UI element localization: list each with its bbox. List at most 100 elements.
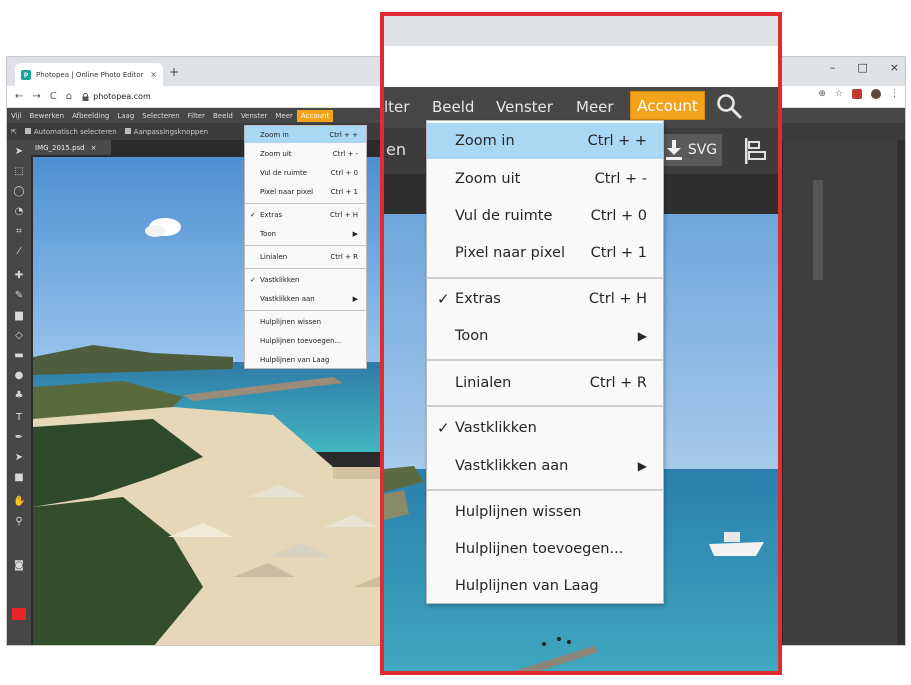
view-menu-dropdown-small: Zoom in Ctrl + + Zoom uit Ctrl + - Vul de …: [244, 125, 367, 369]
menu-item-fill-screen[interactable]: Vul de ruimte Ctrl + 0: [427, 198, 663, 234]
menu-item-show[interactable]: Toon ▶: [427, 318, 663, 354]
menu-item-zoom-in[interactable]: Zoom in Ctrl + +: [427, 123, 663, 159]
foreground-color-swatch[interactable]: [12, 608, 26, 620]
menu-item-label: Vul de ruimte: [455, 208, 553, 224]
zoom-menu-view[interactable]: Beeld: [432, 98, 474, 116]
menu-edit[interactable]: Bewerken: [25, 112, 68, 120]
small-menu-item-rulers[interactable]: Linialen Ctrl + R: [245, 248, 366, 265]
menu-item-guides-from-layer[interactable]: Hulplijnen van Laag: [427, 568, 663, 604]
menu-separator: [427, 277, 663, 279]
maximize-button[interactable]: □: [857, 61, 867, 74]
stamp-icon[interactable]: ▆: [13, 310, 25, 322]
small-menu-item-clear-guides[interactable]: Hulplijnen wissen: [245, 313, 366, 330]
align-left-icon[interactable]: [744, 138, 766, 164]
menu-file[interactable]: Vijl: [7, 112, 25, 120]
shape-icon[interactable]: ■: [13, 472, 25, 484]
bookmark-star-icon[interactable]: ☆: [835, 89, 843, 99]
menu-item-clear-guides[interactable]: Hulplijnen wissen: [427, 494, 663, 530]
small-menu-item-guides-from-layer[interactable]: Hulplijnen van Laag: [245, 351, 366, 368]
type-icon[interactable]: T: [13, 412, 25, 424]
menu-separator: [427, 405, 663, 407]
account-button[interactable]: Account: [296, 109, 334, 122]
menu-item-label: Zoom in: [455, 133, 515, 149]
crop-icon[interactable]: ⌗: [13, 226, 25, 238]
path-select-icon[interactable]: ➤: [13, 452, 25, 464]
browser-menu-icon[interactable]: ⋮: [890, 89, 899, 99]
menu-item-add-guides[interactable]: Hulplijnen toevoegen...: [427, 531, 663, 567]
small-menu-item-snap[interactable]: ✓ Vastklikken: [245, 271, 366, 288]
menu-item-pixel-to-pixel[interactable]: Pixel naar pixel Ctrl + 1: [427, 235, 663, 271]
menu-item-snap[interactable]: ✓ Vastklikken: [427, 410, 663, 446]
right-panel: [783, 140, 905, 645]
zoom-tabbar: [384, 16, 778, 46]
healing-icon[interactable]: ✚: [13, 270, 25, 282]
small-menu-separator: [245, 245, 366, 246]
menu-item-extras[interactable]: ✓ Extras Ctrl + H: [427, 281, 663, 317]
menu-layer[interactable]: Laag: [113, 112, 138, 120]
pen-icon[interactable]: ✒: [13, 432, 25, 444]
search-icon[interactable]: [715, 92, 743, 120]
vertical-scrollbar[interactable]: [897, 140, 905, 645]
minimize-button[interactable]: –: [830, 61, 836, 74]
zoom-icon[interactable]: ⚲: [13, 516, 25, 528]
adjust-handles-checkbox[interactable]: [124, 127, 131, 134]
zoom-account-button[interactable]: Account: [630, 91, 705, 120]
menu-item-rulers[interactable]: Linialen Ctrl + R: [427, 365, 663, 401]
forward-icon[interactable]: →: [32, 91, 40, 102]
blur-icon[interactable]: ●: [13, 370, 25, 382]
marquee-icon[interactable]: ⬚: [13, 166, 25, 178]
menu-item-label: Pixel naar pixel: [455, 245, 565, 261]
menu-select[interactable]: Selecteren: [138, 112, 183, 120]
zoom-menu-filter[interactable]: lter: [384, 98, 409, 116]
small-menu-item-show[interactable]: Toon ▶: [245, 225, 366, 242]
menu-item-label: Hulplijnen toevoegen...: [455, 541, 624, 557]
auto-select-option[interactable]: Automatisch selecteren: [24, 127, 117, 136]
browser-tab[interactable]: p Photopea | Online Photo Editor ×: [15, 63, 163, 86]
dodge-icon[interactable]: ♣: [13, 390, 25, 402]
adjust-handles-option[interactable]: Aanpassingsknoppen: [124, 127, 208, 136]
zoom-indicator-icon[interactable]: ⊕: [818, 89, 826, 99]
eraser-icon[interactable]: ◇: [13, 330, 25, 342]
quick-mask-icon[interactable]: ◙: [13, 560, 25, 572]
small-menu-item-pixel-to-pixel[interactable]: Pixel naar pixel Ctrl + 1: [245, 183, 366, 200]
close-window-button[interactable]: ×: [890, 61, 899, 74]
menu-image[interactable]: Afbeelding: [68, 112, 113, 120]
small-menu-shortcut: Ctrl + R: [330, 252, 358, 261]
export-svg-button[interactable]: SVG: [660, 134, 722, 166]
menu-item-zoom-out[interactable]: Zoom uit Ctrl + -: [427, 161, 663, 197]
zoom-menu-window[interactable]: Venster: [496, 98, 553, 116]
brush-icon[interactable]: ✎: [13, 290, 25, 302]
profile-avatar[interactable]: [871, 89, 881, 99]
menu-view[interactable]: Beeld: [209, 112, 237, 120]
menu-window[interactable]: Venster: [237, 112, 272, 120]
small-menu-item-zoom-in[interactable]: Zoom in Ctrl + +: [245, 126, 366, 143]
menu-more[interactable]: Meer: [271, 112, 297, 120]
new-tab-button[interactable]: +: [169, 65, 179, 79]
small-menu-item-zoom-out[interactable]: Zoom uit Ctrl + -: [245, 145, 366, 162]
home-icon[interactable]: ⌂: [66, 91, 72, 102]
submenu-arrow-icon: ▶: [352, 229, 358, 238]
view-menu-dropdown: Zoom in Ctrl + + Zoom uit Ctrl + - Vul de …: [426, 120, 664, 604]
extension-icon[interactable]: [852, 89, 862, 99]
document-close-icon[interactable]: ×: [91, 144, 97, 152]
back-icon[interactable]: ←: [15, 91, 23, 102]
eyedropper-icon[interactable]: ⁄: [13, 246, 25, 258]
tab-close-icon[interactable]: ×: [150, 70, 157, 79]
small-menu-item-add-guides[interactable]: Hulplijnen toevoegen...: [245, 332, 366, 349]
quick-select-icon[interactable]: ◔: [13, 206, 25, 218]
lasso-icon[interactable]: ◯: [13, 186, 25, 198]
url-text[interactable]: photopea.com: [93, 92, 151, 101]
zoom-menu-more[interactable]: Meer: [576, 98, 614, 116]
gradient-icon[interactable]: ▬: [13, 350, 25, 362]
small-menu-item-extras[interactable]: ✓ Extras Ctrl + H: [245, 206, 366, 223]
hand-icon[interactable]: ✋: [13, 496, 25, 508]
auto-select-checkbox[interactable]: [24, 127, 31, 134]
small-menu-item-fill-screen[interactable]: Vul de ruimte Ctrl + 0: [245, 164, 366, 181]
move-tool-icon[interactable]: ➤: [13, 146, 25, 158]
menu-filter[interactable]: Filter: [184, 112, 209, 120]
menu-item-shortcut: Ctrl + R: [589, 375, 647, 391]
reload-icon[interactable]: C: [50, 91, 57, 102]
menu-item-snap-to[interactable]: Vastklikken aan ▶: [427, 448, 663, 484]
document-tab[interactable]: IMG_2015.psd ×: [31, 140, 111, 155]
small-menu-item-snap-to[interactable]: Vastklikken aan ▶: [245, 290, 366, 307]
